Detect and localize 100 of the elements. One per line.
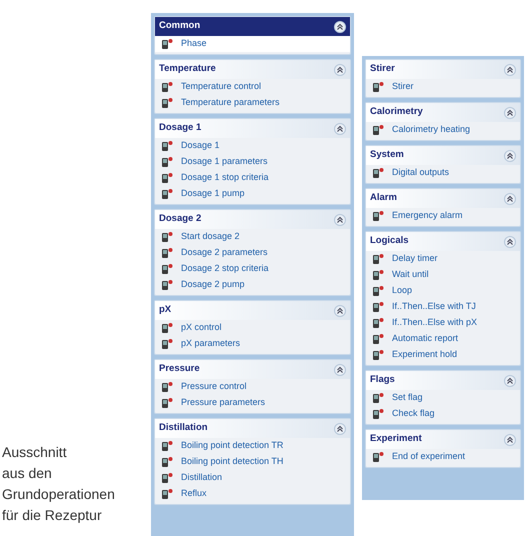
device-icon <box>160 471 174 485</box>
caption-line: für die Rezeptur <box>2 506 103 525</box>
list-item[interactable]: Automatic report <box>366 331 520 347</box>
device-icon <box>160 487 174 501</box>
device-icon <box>160 230 174 244</box>
group-title: Alarm <box>370 191 397 206</box>
list-item[interactable]: Start dosage 2 <box>155 229 350 245</box>
group-header[interactable]: Stirer <box>366 60 520 79</box>
chevrons-up-icon <box>336 216 344 224</box>
group-title: Distillation <box>159 421 208 436</box>
device-icon <box>160 439 174 453</box>
group-header[interactable]: Dosage 1 <box>155 119 350 138</box>
list-item[interactable]: If..Then..Else with pX <box>366 315 520 331</box>
device-icon <box>371 252 385 266</box>
list-item[interactable]: Distillation <box>155 470 350 486</box>
list-item[interactable]: Pressure control <box>155 379 350 395</box>
list-item[interactable]: Dosage 2 parameters <box>155 245 350 261</box>
device-icon <box>160 139 174 153</box>
collapse-button[interactable] <box>504 192 516 204</box>
collapse-button[interactable] <box>504 434 516 446</box>
chevrons-up-icon <box>336 22 344 30</box>
group-header[interactable]: pX <box>155 301 350 320</box>
device-icon <box>371 80 385 94</box>
group-header[interactable]: Pressure <box>155 360 350 379</box>
group-title: Temperature <box>159 62 216 76</box>
list-item[interactable]: Boiling point detection TH <box>155 454 350 470</box>
device-icon <box>160 337 174 351</box>
group-header[interactable]: Common <box>155 17 350 36</box>
device-icon <box>160 278 174 292</box>
group-header[interactable]: Logicals <box>366 232 520 251</box>
list-item[interactable]: Wait until <box>366 267 520 283</box>
group-title: Stirer <box>370 62 395 76</box>
list-item[interactable]: Pressure parameters <box>155 395 350 411</box>
chevrons-up-icon <box>336 124 344 132</box>
list-item[interactable]: Dosage 2 pump <box>155 277 350 293</box>
chevrons-up-icon <box>506 376 514 384</box>
chevrons-up-icon <box>336 366 344 374</box>
group-header[interactable]: System <box>366 146 520 165</box>
list-item[interactable]: Dosage 1 pump <box>155 186 350 202</box>
collapse-button[interactable] <box>504 150 516 162</box>
list-item[interactable]: Dosage 1 stop criteria <box>155 170 350 186</box>
list-item[interactable]: Emergency alarm <box>366 208 520 224</box>
list-item[interactable]: Loop <box>366 283 520 299</box>
list-item[interactable]: End of experiment <box>366 449 520 465</box>
collapse-button[interactable] <box>504 106 516 118</box>
device-icon <box>371 450 385 464</box>
group-header[interactable]: Dosage 2 <box>155 210 350 229</box>
chevrons-up-icon <box>336 424 344 432</box>
list-item[interactable]: Check flag <box>366 406 520 422</box>
group-header[interactable]: Temperature <box>155 60 350 79</box>
collapse-button[interactable] <box>504 374 516 386</box>
chevrons-up-icon <box>506 238 514 246</box>
list-item[interactable]: Reflux <box>155 486 350 502</box>
list-item[interactable]: Boiling point detection TR <box>155 438 350 454</box>
device-icon <box>371 284 385 298</box>
list-item[interactable]: Digital outputs <box>366 165 520 181</box>
group-header[interactable]: Calorimetry <box>366 103 520 122</box>
device-icon <box>160 187 174 201</box>
collapse-button[interactable] <box>334 20 346 32</box>
group-title: Calorimetry <box>370 105 423 120</box>
device-icon <box>371 300 385 314</box>
group-header[interactable]: Flags <box>366 371 520 390</box>
caption-line: Ausschnitt <box>2 443 68 462</box>
collapse-button[interactable] <box>504 236 516 248</box>
list-item[interactable]: Dosage 1 <box>155 138 350 154</box>
chevrons-up-icon <box>506 152 514 160</box>
collapse-button[interactable] <box>334 364 346 376</box>
list-item[interactable]: Calorimetry heating <box>366 122 520 138</box>
caption-line: Grundoperationen <box>2 485 116 504</box>
list-item[interactable]: Phase <box>155 36 350 52</box>
list-item[interactable]: Delay timer <box>366 251 520 267</box>
device-icon <box>371 332 385 346</box>
list-item[interactable]: Dosage 1 parameters <box>155 154 350 170</box>
list-item[interactable]: Dosage 2 stop criteria <box>155 261 350 277</box>
device-icon <box>371 268 385 282</box>
list-item[interactable]: Experiment hold <box>366 347 520 363</box>
chevrons-up-icon <box>506 66 514 74</box>
group-header[interactable]: Distillation <box>155 419 350 438</box>
collapse-button[interactable] <box>334 214 346 226</box>
device-icon <box>160 171 174 185</box>
list-item[interactable]: pX control <box>155 320 350 336</box>
collapse-button[interactable] <box>334 122 346 134</box>
device-icon <box>160 396 174 410</box>
list-item[interactable]: pX parameters <box>155 336 350 352</box>
collapse-button[interactable] <box>334 64 346 76</box>
device-icon <box>160 37 174 51</box>
group-header[interactable]: Alarm <box>366 189 520 208</box>
group-title: Flags <box>370 373 395 388</box>
list-item[interactable]: If..Then..Else with TJ <box>366 299 520 315</box>
list-item[interactable]: Temperature parameters <box>155 95 350 111</box>
list-item[interactable]: Temperature control <box>155 79 350 95</box>
collapse-button[interactable] <box>334 422 346 434</box>
collapse-button[interactable] <box>334 304 346 316</box>
collapse-button[interactable] <box>504 64 516 76</box>
device-icon <box>160 246 174 260</box>
group-header[interactable]: Experiment <box>366 430 520 449</box>
device-icon <box>160 380 174 394</box>
group-title: pX <box>159 303 172 318</box>
list-item[interactable]: Set flag <box>366 390 520 406</box>
list-item[interactable]: Stirer <box>366 79 520 95</box>
